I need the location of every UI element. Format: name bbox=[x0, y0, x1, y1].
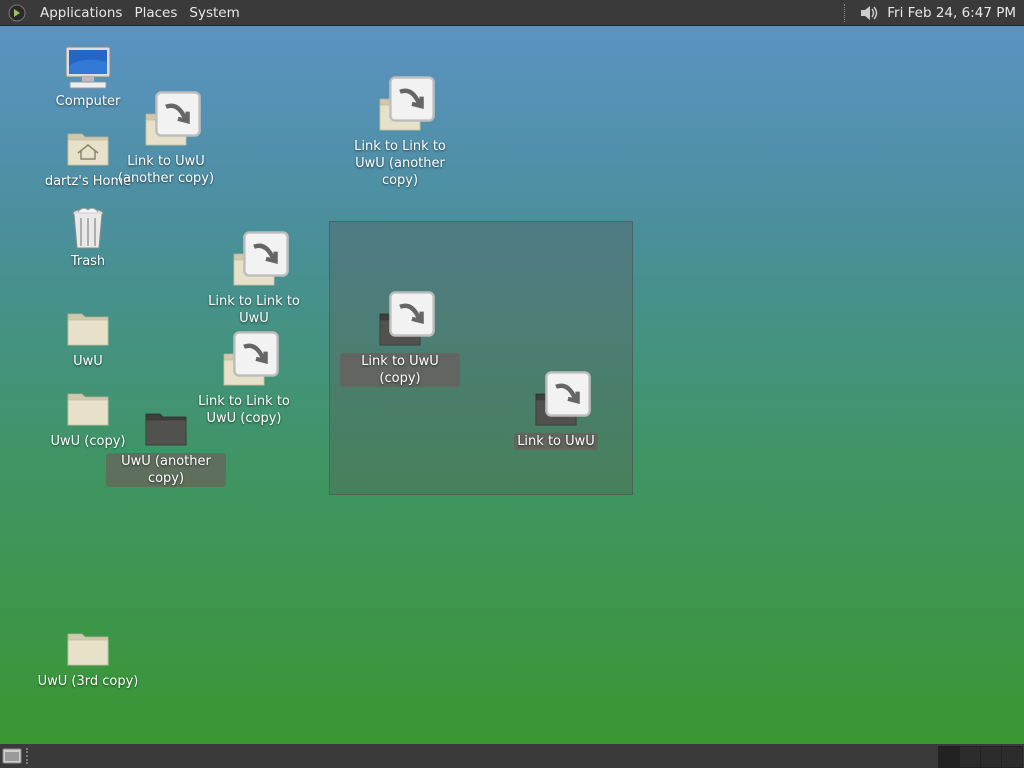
menu-system[interactable]: System bbox=[183, 5, 245, 21]
link-arrow-icon bbox=[544, 370, 592, 418]
link-arrow-icon bbox=[232, 330, 280, 378]
menu-places[interactable]: Places bbox=[128, 5, 183, 21]
desktop-icon-link-uwu-another-copy[interactable]: Link to UwU (another copy) bbox=[106, 104, 226, 187]
workspace-1[interactable] bbox=[938, 746, 960, 768]
bottom-panel bbox=[0, 744, 1024, 768]
icon-label: Link to UwU bbox=[514, 433, 598, 450]
link-arrow-icon bbox=[388, 290, 436, 338]
speaker-icon[interactable] bbox=[859, 3, 881, 23]
folder-link-icon bbox=[230, 244, 278, 292]
desktop-icon-link-uwu[interactable]: Link to UwU bbox=[496, 384, 616, 450]
workspace-3[interactable] bbox=[980, 746, 1002, 768]
top-panel: Applications Places System Fri Feb 24, 6… bbox=[0, 0, 1024, 25]
link-arrow-icon bbox=[154, 90, 202, 138]
icon-label: Link to Link to UwU (copy) bbox=[198, 394, 290, 426]
folder-link-icon bbox=[532, 384, 580, 432]
workspace-4[interactable] bbox=[1001, 746, 1023, 768]
icon-label: Link to Link to UwU bbox=[208, 294, 300, 326]
computer-icon bbox=[64, 44, 112, 92]
icon-label: UwU (another copy) bbox=[106, 453, 226, 487]
show-desktop-icon[interactable] bbox=[2, 747, 22, 765]
workspace-2[interactable] bbox=[959, 746, 981, 768]
icon-label: Link to UwU (another copy) bbox=[117, 154, 215, 186]
icon-label: Trash bbox=[70, 254, 106, 269]
desktop-icon-link-uwu-copy[interactable]: Link to UwU (copy) bbox=[340, 304, 460, 387]
folder-link-icon bbox=[376, 89, 424, 137]
folder-icon bbox=[142, 404, 190, 452]
home-folder-icon bbox=[64, 124, 112, 172]
icon-label: Link to Link to UwU (another copy) bbox=[354, 139, 446, 188]
panel-tray: Fri Feb 24, 6:47 PM bbox=[844, 0, 1016, 25]
desktop-icon-uwu-3rd-copy[interactable]: UwU (3rd copy) bbox=[28, 624, 148, 690]
icon-label: UwU bbox=[73, 354, 103, 369]
desktop-icon-link-link-uwu[interactable]: Link to Link to UwU bbox=[194, 244, 314, 327]
menu-applications[interactable]: Applications bbox=[34, 5, 128, 21]
trash-icon bbox=[64, 204, 112, 252]
folder-icon bbox=[64, 384, 112, 432]
panel-separator bbox=[844, 3, 849, 22]
clock[interactable]: Fri Feb 24, 6:47 PM bbox=[887, 5, 1016, 21]
folder-link-icon bbox=[376, 304, 424, 352]
link-arrow-icon bbox=[242, 230, 290, 278]
desktop-icon-link-link-uwu-copy[interactable]: Link to Link to UwU (copy) bbox=[184, 344, 304, 427]
gnome-menu-icon[interactable] bbox=[8, 4, 26, 22]
desktop-icon-trash[interactable]: Trash bbox=[28, 204, 148, 270]
desktop-icon-link-link-uwu-another-copy[interactable]: Link to Link to UwU (another copy) bbox=[340, 89, 460, 189]
folder-link-icon bbox=[220, 344, 268, 392]
desktop-icon-uwu[interactable]: UwU bbox=[28, 304, 148, 370]
link-arrow-icon bbox=[388, 75, 436, 123]
folder-icon bbox=[64, 624, 112, 672]
desktop-icon-computer[interactable]: Computer bbox=[28, 44, 148, 110]
icon-label: Link to UwU (copy) bbox=[340, 353, 460, 387]
panel-handle[interactable] bbox=[26, 748, 32, 764]
folder-icon bbox=[64, 304, 112, 352]
folder-link-icon bbox=[142, 104, 190, 152]
icon-label: UwU (3rd copy) bbox=[37, 674, 139, 689]
